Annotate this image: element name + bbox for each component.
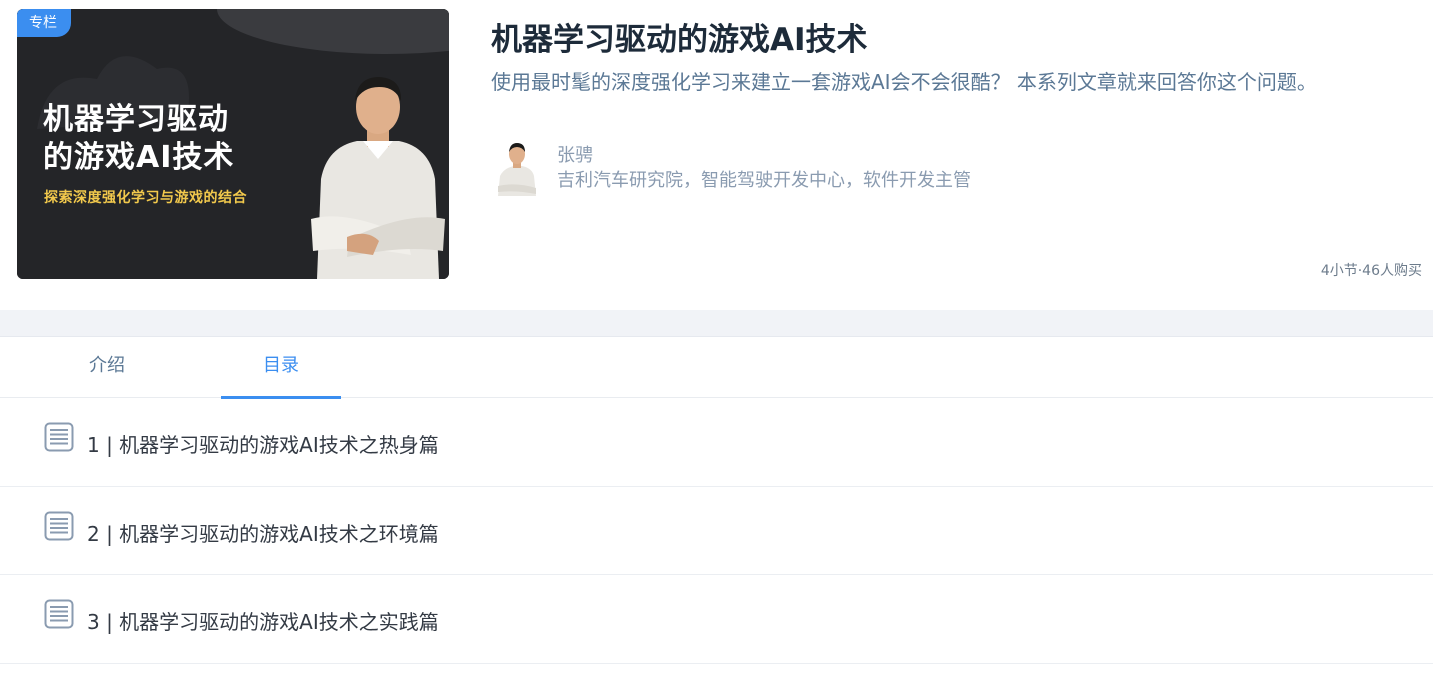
chapter-row[interactable]: 3 | 机器学习驱动的游戏AI技术之实践篇 <box>0 575 1433 664</box>
tab-bar: 介绍 目录 <box>0 337 1433 399</box>
chapter-list: 1 | 机器学习驱动的游戏AI技术之热身篇 2 | 机器学习驱动的游戏AI技术之… <box>0 398 1433 664</box>
course-description: 使用最时髦的深度强化学习来建立一套游戏AI会不会很酷？ 本系列文章就来回答你这个… <box>491 70 1317 94</box>
cover-tag-badge: 专栏 <box>17 9 71 37</box>
tab-catalog[interactable]: 目录 <box>221 337 341 399</box>
document-list-icon <box>44 599 74 629</box>
section-divider <box>0 310 1433 337</box>
chapter-title: 2 | 机器学习驱动的游戏AI技术之环境篇 <box>87 521 439 546</box>
author-title: 吉利汽车研究院，智能驾驶开发中心，软件开发主管 <box>557 170 971 191</box>
cover-subtitle: 探索深度强化学习与游戏的结合 <box>44 190 247 206</box>
chapter-title: 1 | 机器学习驱动的游戏AI技术之热身篇 <box>87 433 439 457</box>
author-name[interactable]: 张骋 <box>557 141 593 167</box>
chapter-row[interactable]: 2 | 机器学习驱动的游戏AI技术之环境篇 <box>0 487 1433 575</box>
chapter-title: 3 | 机器学习驱动的游戏AI技术之实践篇 <box>87 610 439 634</box>
chapter-row[interactable]: 1 | 机器学习驱动的游戏AI技术之热身篇 <box>0 398 1433 487</box>
document-list-icon <box>44 422 74 452</box>
cover-title-line1: 机器学习驱动 <box>43 102 229 137</box>
document-list-icon <box>44 511 74 540</box>
author-avatar-icon[interactable] <box>494 140 540 196</box>
cover-title-line2: 的游戏AI技术 <box>43 140 235 175</box>
course-cover[interactable]: 专栏 机器学习驱动 的游戏AI技术 探索深度强化学习与游戏的结合 <box>17 9 449 279</box>
course-title: 机器学习驱动的游戏AI技术 <box>491 22 868 58</box>
course-header: 专栏 机器学习驱动 的游戏AI技术 探索深度强化学习与游戏的结合 机器学习驱动的… <box>0 0 1433 310</box>
tab-intro[interactable]: 介绍 <box>47 337 167 398</box>
course-stats: 4小节·46人购买 <box>1320 263 1422 279</box>
cover-title: 机器学习驱动 的游戏AI技术 <box>43 101 283 177</box>
person-photo-icon <box>311 77 445 279</box>
